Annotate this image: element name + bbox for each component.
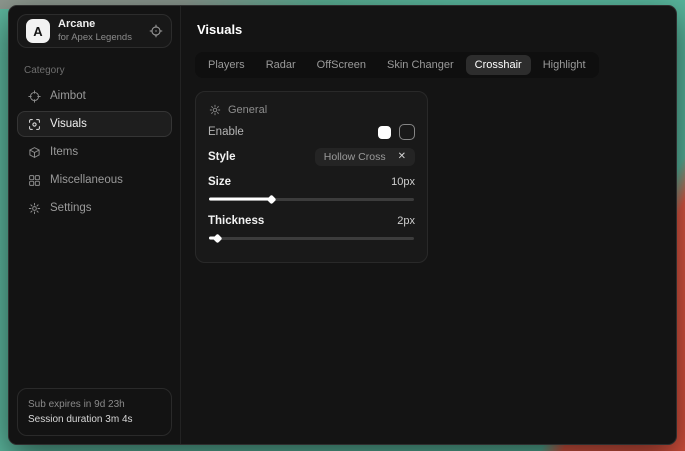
session-duration-text: Session duration 3m 4s	[28, 412, 161, 427]
size-label: Size	[208, 176, 231, 188]
style-value: Hollow Cross	[324, 151, 386, 163]
crosshair-icon	[28, 90, 41, 103]
cheat-menu-window: A Arcane for Apex Legends Category	[8, 5, 677, 445]
sub-expiry-text: Sub expires in 9d 23h	[28, 397, 161, 412]
grid-icon	[28, 174, 41, 187]
slider-thumb[interactable]	[266, 194, 276, 204]
slider-thumb[interactable]	[213, 233, 223, 243]
sidebar-nav: Aimbot Visuals	[17, 83, 172, 221]
sidebar-item-settings[interactable]: Settings	[17, 195, 172, 221]
tab-highlight[interactable]: Highlight	[534, 55, 595, 75]
size-slider[interactable]	[209, 194, 414, 204]
sidebar-item-label: Settings	[50, 202, 92, 214]
slider-fill	[209, 198, 271, 201]
brand-name: Arcane	[58, 18, 132, 32]
sidebar-item-label: Visuals	[50, 118, 87, 130]
brand-text: Arcane for Apex Legends	[58, 18, 132, 44]
slider-fill	[209, 237, 217, 240]
tab-skin-changer[interactable]: Skin Changer	[378, 55, 463, 75]
thickness-label: Thickness	[208, 215, 264, 227]
tab-players[interactable]: Players	[199, 55, 254, 75]
brand-subtitle: for Apex Legends	[58, 32, 132, 44]
size-value: 10px	[391, 176, 415, 188]
target-icon[interactable]	[149, 24, 163, 38]
sidebar-item-label: Miscellaneous	[50, 174, 123, 186]
page-title: Visuals	[197, 22, 662, 37]
tab-offscreen[interactable]: OffScreen	[308, 55, 375, 75]
general-panel: General Enable Style Hollow Cross ✕ Size…	[195, 91, 428, 263]
brand-card: A Arcane for Apex Legends	[17, 14, 172, 48]
thickness-value: 2px	[397, 215, 415, 227]
thickness-slider[interactable]	[209, 233, 414, 243]
brand-initial: A	[33, 24, 42, 39]
enable-label: Enable	[208, 126, 244, 138]
sidebar: A Arcane for Apex Legends Category	[9, 6, 181, 444]
general-settings-icon	[209, 104, 221, 116]
panel-header: General	[209, 104, 415, 116]
size-row: Size 10px	[208, 170, 415, 194]
style-select-chip[interactable]: Hollow Cross ✕	[315, 148, 415, 166]
panel-header-label: General	[228, 104, 267, 116]
slider-track	[209, 237, 414, 240]
style-row: Style Hollow Cross ✕	[208, 145, 415, 169]
sidebar-item-items[interactable]: Items	[17, 139, 172, 165]
subscription-info: Sub expires in 9d 23h Session duration 3…	[17, 388, 172, 436]
main-content: Visuals Players Radar OffScreen Skin Cha…	[181, 6, 676, 444]
scan-eye-icon	[28, 118, 41, 131]
clear-style-icon[interactable]: ✕	[398, 152, 406, 162]
sidebar-item-label: Aimbot	[50, 90, 86, 102]
gear-icon	[28, 202, 41, 215]
package-icon	[28, 146, 41, 159]
enable-checkbox[interactable]	[399, 124, 415, 140]
category-label: Category	[24, 65, 165, 76]
sidebar-item-aimbot[interactable]: Aimbot	[17, 83, 172, 109]
style-label: Style	[208, 151, 236, 163]
sidebar-item-label: Items	[50, 146, 78, 158]
sidebar-item-miscellaneous[interactable]: Miscellaneous	[17, 167, 172, 193]
tab-crosshair[interactable]: Crosshair	[466, 55, 531, 75]
visuals-tab-bar: Players Radar OffScreen Skin Changer Cro…	[195, 52, 599, 78]
thickness-row: Thickness 2px	[208, 209, 415, 233]
enable-color-swatch[interactable]	[378, 126, 391, 139]
tab-radar[interactable]: Radar	[257, 55, 305, 75]
brand-logo: A	[26, 19, 50, 43]
enable-row: Enable	[208, 120, 415, 144]
sidebar-item-visuals[interactable]: Visuals	[17, 111, 172, 137]
